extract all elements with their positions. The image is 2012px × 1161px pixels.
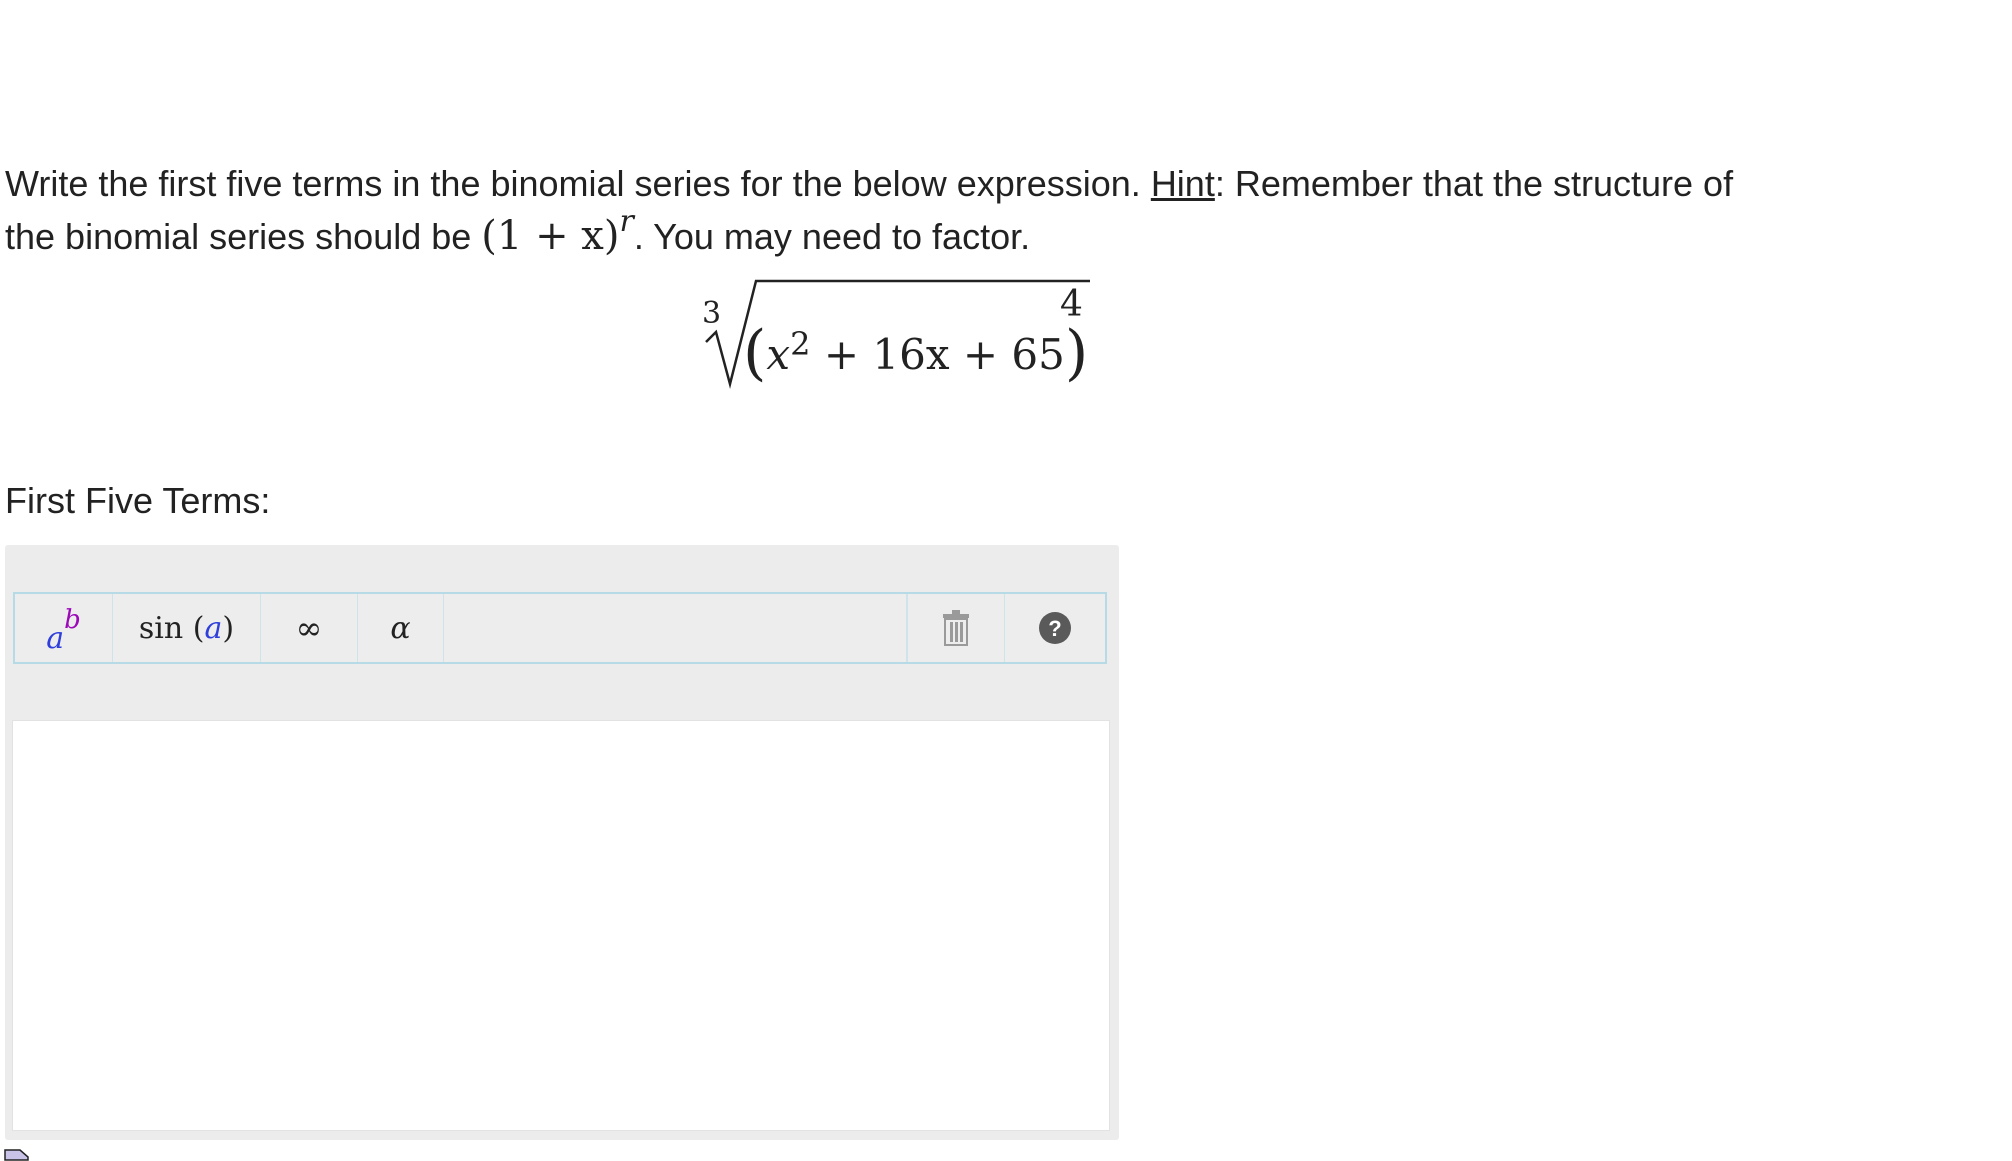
document-icon bbox=[4, 1149, 29, 1161]
help-button[interactable]: ? bbox=[1005, 594, 1105, 662]
greek-button[interactable]: α bbox=[358, 594, 444, 662]
question-part3: the binomial series should be bbox=[5, 216, 472, 257]
help-icon: ? bbox=[1039, 612, 1071, 644]
answer-label: First Five Terms: bbox=[5, 480, 271, 521]
series-form: (1 + x)r bbox=[481, 204, 634, 259]
trash-icon bbox=[943, 610, 969, 646]
svg-text:?: ? bbox=[1048, 616, 1061, 641]
question-part2: : Remember that the structure of bbox=[1214, 163, 1734, 204]
question-part1: Write the first five terms in the binomi… bbox=[5, 163, 1141, 204]
infinity-button[interactable]: ∞ bbox=[261, 594, 358, 662]
outer-exponent: 4 bbox=[1060, 284, 1083, 325]
math-editor: ab sin (a) ∞ α ? bbox=[5, 545, 1119, 1140]
question-part4: . You may need to factor. bbox=[633, 216, 1031, 257]
root-index: 3 bbox=[702, 296, 722, 331]
trash-button[interactable] bbox=[907, 594, 1005, 662]
question-text: Write the first five terms in the binomi… bbox=[5, 158, 1825, 266]
hint-link[interactable]: Hint bbox=[1151, 163, 1215, 204]
power-button[interactable]: ab bbox=[15, 594, 113, 662]
function-button[interactable]: sin (a) bbox=[113, 594, 261, 662]
radicand: (x2 + 16x + 65) bbox=[743, 318, 1089, 388]
editor-toolbar: ab sin (a) ∞ α ? bbox=[13, 592, 1107, 664]
toolbar-spacer bbox=[444, 594, 907, 662]
radical-expression: 3 (x2 + 16x + 65) 4 bbox=[698, 276, 1098, 396]
answer-input[interactable] bbox=[12, 720, 1110, 1131]
